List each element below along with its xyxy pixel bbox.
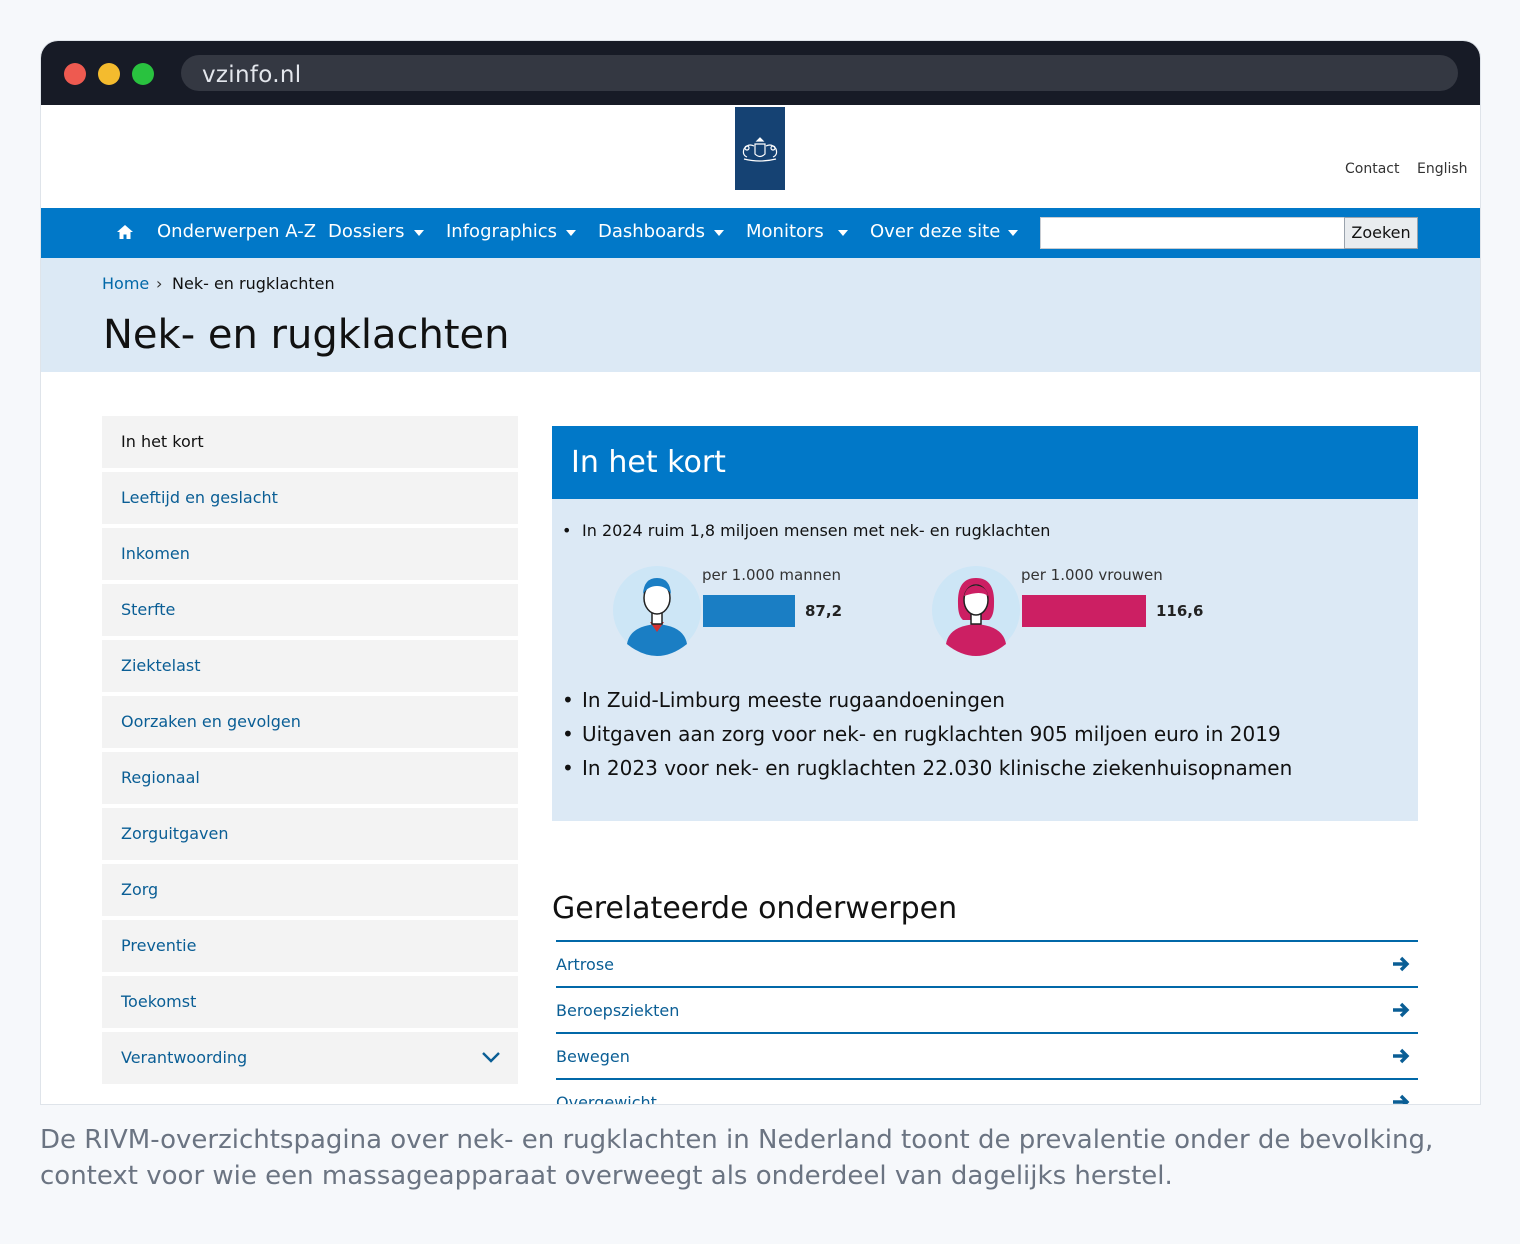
sidebar-item-preventie[interactable]: Preventie	[102, 920, 518, 972]
sidebar-item-label: Ziektelast	[121, 656, 201, 675]
chevron-down-icon[interactable]	[566, 230, 576, 236]
nav-dashboards[interactable]: Dashboards	[598, 221, 705, 242]
minimize-window-button[interactable]	[98, 63, 120, 85]
sidebar-item-label: Verantwoording	[121, 1048, 248, 1067]
related-topic-label: Overgewicht	[556, 1093, 657, 1105]
main-navigation: Onderwerpen A-Z Dossiers Infographics Da…	[41, 208, 1480, 258]
nav-infographics[interactable]: Infographics	[446, 221, 557, 242]
arrow-right-icon[interactable]	[1392, 1093, 1410, 1105]
nav-dossiers[interactable]: Dossiers	[328, 221, 404, 242]
women-bar	[1022, 595, 1146, 627]
search-button[interactable]: Zoeken	[1344, 217, 1418, 249]
men-bar	[703, 595, 795, 627]
sidebar-item-label: In het kort	[121, 432, 204, 451]
sidebar-item-oorzaken[interactable]: Oorzaken en gevolgen	[102, 696, 518, 748]
sidebar-item-in-het-kort[interactable]: In het kort	[102, 416, 518, 468]
woman-avatar-icon	[932, 566, 1020, 656]
maximize-window-button[interactable]	[132, 63, 154, 85]
sidebar-item-label: Toekomst	[121, 992, 197, 1011]
related-topic-artrose[interactable]: Artrose	[556, 940, 1418, 986]
sidebar-item-ziektelast[interactable]: Ziektelast	[102, 640, 518, 692]
women-label: per 1.000 vrouwen	[1021, 566, 1163, 584]
browser-window: vzinfo.nl Contact English Onderwerpen A-…	[40, 40, 1481, 1105]
nav-monitors[interactable]: Monitors	[746, 221, 824, 242]
summary-bullet: In 2023 voor nek- en rugklachten 22.030 …	[562, 756, 1292, 780]
sidebar-item-label: Preventie	[121, 936, 197, 955]
related-topic-overgewicht[interactable]: Overgewicht	[556, 1078, 1418, 1105]
related-topic-label: Artrose	[556, 955, 614, 974]
coat-of-arms-icon	[742, 137, 778, 162]
search-input[interactable]	[1040, 217, 1345, 249]
chevron-down-icon[interactable]	[482, 1051, 500, 1063]
sidebar-item-label: Zorguitgaven	[121, 824, 229, 843]
sidebar-item-toekomst[interactable]: Toekomst	[102, 976, 518, 1028]
sidebar-item-label: Oorzaken en gevolgen	[121, 712, 301, 731]
chevron-down-icon[interactable]	[838, 230, 848, 236]
in-het-kort-panel: In het kort In 2024 ruim 1,8 miljoen men…	[552, 426, 1418, 821]
rijksoverheid-logo[interactable]	[735, 107, 785, 190]
nav-onderwerpen[interactable]: Onderwerpen A-Z	[157, 221, 316, 242]
sidebar-item-verantwoording[interactable]: Verantwoording	[102, 1032, 518, 1084]
men-label: per 1.000 mannen	[702, 566, 841, 584]
men-value: 87,2	[805, 602, 843, 620]
page-header: Home › Nek- en rugklachten Nek- en rugkl…	[41, 258, 1480, 372]
breadcrumb-home[interactable]: Home	[102, 274, 149, 293]
sidebar-item-label: Leeftijd en geslacht	[121, 488, 278, 507]
chevron-down-icon[interactable]	[414, 230, 424, 236]
prevalence-infographic: per 1.000 mannen 87,2 per 1.000 vrouwen …	[612, 564, 1212, 664]
sidebar-item-label: Regionaal	[121, 768, 200, 787]
summary-bullet: Uitgaven aan zorg voor nek- en rugklacht…	[562, 722, 1281, 746]
sidebar-item-label: Sterfte	[121, 600, 176, 619]
sidebar-item-zorg[interactable]: Zorg	[102, 864, 518, 916]
web-page: Contact English Onderwerpen A-Z Dossiers…	[41, 105, 1480, 1105]
close-window-button[interactable]	[64, 63, 86, 85]
summary-bullet: In 2024 ruim 1,8 miljoen mensen met nek-…	[562, 521, 1050, 540]
arrow-right-icon[interactable]	[1392, 1047, 1410, 1065]
related-topic-label: Beroepsziekten	[556, 1001, 680, 1020]
sidebar-item-sterfte[interactable]: Sterfte	[102, 584, 518, 636]
chevron-down-icon[interactable]	[1008, 230, 1018, 236]
browser-titlebar: vzinfo.nl	[41, 41, 1480, 105]
contact-link[interactable]: Contact	[1345, 161, 1399, 177]
related-topic-bewegen[interactable]: Bewegen	[556, 1032, 1418, 1078]
sidebar-item-inkomen[interactable]: Inkomen	[102, 528, 518, 580]
sidebar-item-leeftijd[interactable]: Leeftijd en geslacht	[102, 472, 518, 524]
man-avatar-icon	[613, 566, 701, 656]
address-bar[interactable]: vzinfo.nl	[181, 55, 1458, 91]
page-title: Nek- en rugklachten	[103, 312, 510, 358]
breadcrumb-separator: ›	[156, 274, 163, 293]
panel-header: In het kort	[552, 426, 1418, 499]
sidebar-item-regionaal[interactable]: Regionaal	[102, 752, 518, 804]
sidebar-item-label: Zorg	[121, 880, 159, 899]
breadcrumb-current: Nek- en rugklachten	[172, 274, 335, 293]
nav-over-deze-site[interactable]: Over deze site	[870, 221, 1000, 242]
arrow-right-icon[interactable]	[1392, 1001, 1410, 1019]
sidebar-item-label: Inkomen	[121, 544, 190, 563]
arrow-right-icon[interactable]	[1392, 955, 1410, 973]
english-link[interactable]: English	[1417, 161, 1468, 177]
related-topic-label: Bewegen	[556, 1047, 630, 1066]
chevron-down-icon[interactable]	[714, 230, 724, 236]
summary-bullet: In Zuid-Limburg meeste rugaandoeningen	[562, 688, 1005, 712]
sidebar-item-zorguitgaven[interactable]: Zorguitgaven	[102, 808, 518, 860]
address-bar-url: vzinfo.nl	[202, 62, 302, 88]
women-value: 116,6	[1156, 602, 1204, 620]
panel-title: In het kort	[571, 445, 726, 480]
related-topics-title: Gerelateerde onderwerpen	[552, 891, 958, 926]
figure-caption: De RIVM-overzichtspagina over nek- en ru…	[40, 1125, 1434, 1191]
related-topic-beroepsziekten[interactable]: Beroepsziekten	[556, 986, 1418, 1032]
home-icon[interactable]	[117, 225, 133, 239]
